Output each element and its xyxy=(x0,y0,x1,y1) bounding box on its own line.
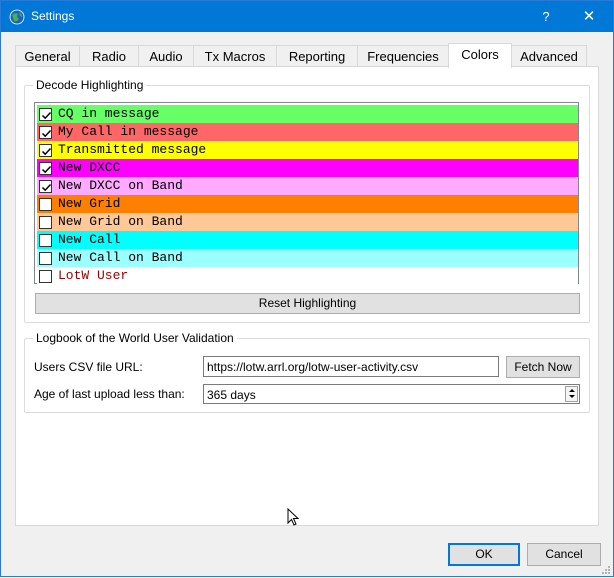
window-title: Settings xyxy=(31,9,75,23)
highlight-list-item[interactable]: Transmitted message xyxy=(37,141,578,159)
close-button[interactable]: ✕ xyxy=(569,1,609,32)
highlight-item-label: New Grid xyxy=(58,196,121,211)
age-value: 365 days xyxy=(207,388,256,402)
highlight-item-label: New Grid on Band xyxy=(58,214,183,229)
highlight-list-item[interactable]: New Grid xyxy=(37,195,578,213)
decode-highlighting-title: Decode Highlighting xyxy=(33,78,147,92)
wsjt-globe-icon xyxy=(9,9,25,25)
tab-tx-macros[interactable]: Tx Macros xyxy=(193,45,277,67)
highlight-list-item[interactable]: New Call on Band xyxy=(37,249,578,267)
checkmark-icon xyxy=(41,183,52,192)
help-button[interactable]: ? xyxy=(531,1,561,32)
tab-reporting[interactable]: Reporting xyxy=(276,45,358,67)
spin-up-arrow-icon[interactable] xyxy=(566,387,577,394)
highlight-list: CQ in message My Call in message Transmitt… xyxy=(34,102,579,285)
tab-radio[interactable]: Radio xyxy=(79,45,139,67)
checkmark-icon xyxy=(41,129,52,138)
tab-audio[interactable]: Audio xyxy=(138,45,194,67)
highlight-item-label: New DXCC on Band xyxy=(58,178,183,193)
csv-url-label: Users CSV file URL: xyxy=(34,360,143,374)
highlight-item-label: New DXCC xyxy=(58,160,121,175)
highlight-checkbox[interactable] xyxy=(39,252,52,265)
highlight-list-item[interactable]: New Grid on Band xyxy=(37,213,578,231)
checkmark-icon xyxy=(41,147,52,156)
reset-highlighting-button[interactable]: Reset Highlighting xyxy=(35,293,580,314)
highlight-checkbox[interactable] xyxy=(39,144,52,157)
highlight-item-label: CQ in message xyxy=(58,106,160,121)
highlight-checkbox[interactable] xyxy=(39,198,52,211)
ok-button[interactable]: OK xyxy=(448,543,520,566)
age-label: Age of last upload less than: xyxy=(34,387,185,401)
title-bar[interactable]: Settings ? ✕ xyxy=(1,1,613,32)
fetch-now-button[interactable]: Fetch Now xyxy=(506,356,580,378)
highlight-list-item[interactable]: New DXCC on Band xyxy=(37,177,578,195)
highlight-list-item[interactable]: New Call xyxy=(37,231,578,249)
highlight-checkbox[interactable] xyxy=(39,216,52,229)
tab-frequencies[interactable]: Frequencies xyxy=(357,45,449,67)
highlight-list-item[interactable]: CQ in message xyxy=(37,105,578,123)
age-spin-buttons xyxy=(565,386,578,402)
highlight-list-item[interactable]: LotW User xyxy=(37,267,578,285)
highlight-checkbox[interactable] xyxy=(39,180,52,193)
checkmark-icon xyxy=(41,111,52,120)
highlight-item-label: New Call xyxy=(58,232,121,247)
highlight-checkbox[interactable] xyxy=(39,126,52,139)
highlight-checkbox[interactable] xyxy=(39,108,52,121)
tab-general[interactable]: General xyxy=(15,45,80,67)
mouse-cursor-icon xyxy=(287,507,300,530)
highlight-list-item[interactable]: My Call in message xyxy=(37,123,578,141)
tab-colors[interactable]: Colors xyxy=(448,43,512,68)
checkmark-icon xyxy=(41,165,52,174)
tab-advanced[interactable]: Advanced xyxy=(511,45,587,67)
highlight-item-label: New Call on Band xyxy=(58,250,183,265)
cancel-button[interactable]: Cancel xyxy=(527,543,601,566)
age-spinbox[interactable]: 365 days xyxy=(203,384,580,404)
colors-tab-panel: Decode Highlighting CQ in message My Call… xyxy=(15,66,599,526)
resize-grip-icon[interactable] xyxy=(601,564,611,578)
settings-window: Settings ? ✕ General Radio Audio Tx Macr… xyxy=(0,0,614,577)
highlight-item-label: Transmitted message xyxy=(58,142,207,157)
highlight-checkbox[interactable] xyxy=(39,162,52,175)
spin-down-arrow-icon[interactable] xyxy=(566,394,577,401)
highlight-list-item[interactable]: New DXCC xyxy=(37,159,578,177)
highlight-item-label: LotW User xyxy=(58,268,129,283)
lotw-group-title: Logbook of the World User Validation xyxy=(33,331,237,345)
highlight-item-label: My Call in message xyxy=(58,124,199,139)
highlight-checkbox[interactable] xyxy=(39,270,52,283)
csv-url-input[interactable] xyxy=(203,356,499,377)
highlight-checkbox[interactable] xyxy=(39,234,52,247)
